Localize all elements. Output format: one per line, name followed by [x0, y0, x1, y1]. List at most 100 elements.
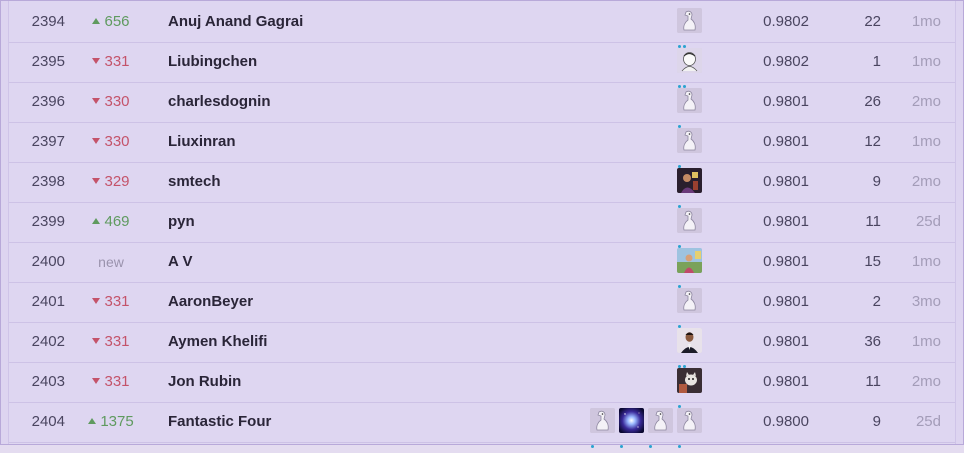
tier-indicator	[678, 35, 688, 48]
table-row[interactable]: 2404 1375 Fantastic Four 0.9800 9 25d	[9, 402, 955, 448]
score-cell: 0.9800	[763, 413, 809, 430]
team-name[interactable]: smtech	[168, 162, 221, 202]
goose-avatar-icon	[677, 128, 702, 153]
member-avatar[interactable]	[677, 88, 702, 113]
last-submission-cell: 1mo	[911, 333, 941, 350]
member-avatar[interactable]	[677, 328, 702, 353]
entries-cell: 36	[864, 333, 881, 350]
score-cell: 0.9801	[763, 333, 809, 350]
score-cell: 0.9801	[763, 133, 809, 150]
arrow-down-icon	[92, 58, 101, 65]
member-avatar[interactable]	[677, 368, 702, 393]
last-submission-cell: 3mo	[911, 293, 941, 310]
arrow-down-icon	[92, 338, 101, 345]
rank-change: 330	[79, 82, 143, 122]
member-avatar[interactable]	[619, 408, 644, 433]
arrow-up-icon	[88, 418, 97, 425]
score-cell: 0.9801	[763, 93, 809, 110]
rank-cell: 2404	[31, 413, 65, 430]
table-row[interactable]: 2400 new A V 0.9801 15 1mo	[9, 242, 955, 288]
tier-indicator	[591, 435, 596, 448]
member-avatar[interactable]	[677, 248, 702, 273]
rank-cell: 2395	[31, 53, 65, 70]
score-cell: 0.9802	[763, 13, 809, 30]
rank-change-value: 329	[104, 173, 130, 190]
tier-indicator	[678, 315, 683, 328]
sketch-avatar-icon	[677, 48, 702, 73]
tier-dot	[678, 445, 681, 448]
entries-cell: 22	[864, 13, 881, 30]
table-row[interactable]: 2396 330 charlesdognin 0.9801 26 2mo	[9, 82, 955, 128]
entries-cell: 11	[865, 373, 881, 390]
rank-cell: 2401	[31, 293, 65, 310]
last-submission-cell: 1mo	[911, 53, 941, 70]
member-avatar[interactable]	[677, 408, 702, 433]
leaderboard-frame: 2394 656 Anuj Anand Gagrai 0.9802 22 1mo 2395 3…	[0, 0, 964, 448]
team-name[interactable]: A V	[168, 242, 192, 282]
team-name[interactable]: Aymen Khelifi	[168, 322, 267, 362]
rank-cell: 2403	[31, 373, 65, 390]
tier-indicator	[678, 235, 683, 248]
rank-change-value: 656	[104, 13, 130, 30]
last-submission-cell: 1mo	[911, 13, 941, 30]
team-name[interactable]: Jon Rubin	[168, 362, 241, 402]
tier-indicator	[678, 435, 683, 448]
last-submission-cell: 25d	[915, 413, 941, 430]
score-cell: 0.9801	[763, 213, 809, 230]
goose-avatar-icon	[677, 88, 702, 113]
goose-avatar-icon	[677, 8, 702, 33]
rank-cell: 2400	[31, 253, 65, 270]
last-submission-cell: 1mo	[911, 253, 941, 270]
goose-avatar-icon	[677, 408, 702, 433]
table-row[interactable]: 2394 656 Anuj Anand Gagrai 0.9802 22 1mo	[9, 2, 955, 48]
rank-change: 331	[79, 322, 143, 362]
team-name[interactable]: Fantastic Four	[168, 402, 271, 442]
arrow-down-icon	[92, 298, 101, 305]
team-name[interactable]: pyn	[168, 202, 195, 242]
rank-cell: 2399	[31, 213, 65, 230]
team-name[interactable]: Liubingchen	[168, 42, 257, 82]
member-avatar[interactable]	[677, 168, 702, 193]
member-avatar[interactable]	[677, 288, 702, 313]
galaxy-avatar-icon	[619, 408, 644, 433]
rank-cell: 2402	[31, 333, 65, 350]
rank-cell: 2396	[31, 93, 65, 110]
team-name[interactable]: charlesdognin	[168, 82, 271, 122]
goose-avatar-icon	[590, 408, 615, 433]
tier-indicator	[678, 195, 683, 208]
member-avatar[interactable]	[590, 408, 615, 433]
table-row[interactable]: 2401 331 AaronBeyer 0.9801 2 3mo	[9, 282, 955, 328]
table-row[interactable]: 2402 331 Aymen Khelifi 0.9801 36 1mo	[9, 322, 955, 368]
member-avatar[interactable]	[677, 128, 702, 153]
last-submission-cell: 25d	[915, 213, 941, 230]
rank-change: 331	[79, 362, 143, 402]
member-avatar[interactable]	[677, 208, 702, 233]
table-row[interactable]: 2395 331 Liubingchen 0.9802 1 1mo	[9, 42, 955, 88]
member-avatar[interactable]	[648, 408, 673, 433]
table-row[interactable]: 2399 469 pyn 0.9801 11 25d	[9, 202, 955, 248]
score-cell: 0.9802	[763, 53, 809, 70]
rank-change: 329	[79, 162, 143, 202]
member-avatar[interactable]	[677, 8, 702, 33]
entries-cell: 1	[872, 53, 881, 70]
score-cell: 0.9801	[763, 173, 809, 190]
table-row[interactable]: 2403 331 Jon Rubin 0.9801 11 2mo	[9, 362, 955, 408]
entries-cell: 2	[872, 293, 881, 310]
member-avatar[interactable]	[677, 48, 702, 73]
team-name[interactable]: Liuxinran	[168, 122, 236, 162]
rank-change-value: new	[98, 254, 124, 270]
rank-change-value: 331	[104, 53, 130, 70]
rank-change-value: 330	[104, 133, 130, 150]
team-name[interactable]: Anuj Anand Gagrai	[168, 2, 303, 42]
team-name[interactable]: AaronBeyer	[168, 282, 253, 322]
arrow-down-icon	[92, 378, 101, 385]
rank-change-value: 1375	[100, 413, 134, 430]
leaderboard-table: 2394 656 Anuj Anand Gagrai 0.9802 22 1mo 2395 3…	[8, 1, 956, 448]
table-row[interactable]: 2397 330 Liuxinran 0.9801 12 1mo	[9, 122, 955, 168]
photo-cat-avatar-icon	[677, 368, 702, 393]
rank-change-value: 469	[104, 213, 130, 230]
table-row[interactable]: 2398 329 smtech 0.9801 9 2mo	[9, 162, 955, 208]
tier-indicator	[678, 275, 683, 288]
last-submission-cell: 2mo	[911, 173, 941, 190]
goose-avatar-icon	[648, 408, 673, 433]
